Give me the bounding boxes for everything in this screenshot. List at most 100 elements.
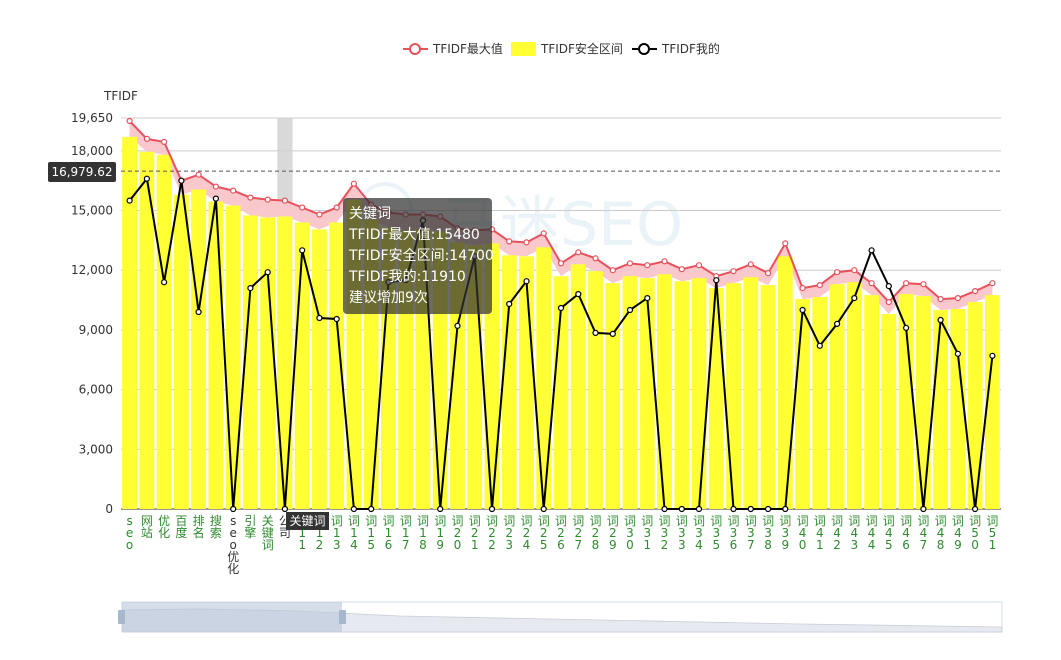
safe-bar[interactable] [950, 309, 966, 509]
mine-point[interactable] [678, 505, 685, 513]
mine-point[interactable] [644, 295, 651, 302]
max-point[interactable] [644, 262, 651, 269]
mine-point[interactable] [212, 195, 219, 202]
mine-point[interactable] [557, 304, 565, 312]
safe-bar[interactable] [191, 189, 206, 509]
mine-point[interactable] [575, 291, 582, 298]
max-point[interactable] [523, 239, 530, 246]
safe-bar[interactable] [277, 216, 293, 510]
mine-point[interactable] [143, 175, 150, 182]
max-point[interactable] [230, 187, 237, 194]
safe-bar[interactable] [881, 314, 897, 509]
mine-point[interactable] [764, 505, 772, 513]
mine-point[interactable] [126, 197, 133, 204]
mine-point[interactable] [782, 505, 789, 513]
mine-point[interactable] [506, 300, 513, 308]
max-point[interactable] [506, 238, 513, 245]
max-point[interactable] [816, 282, 823, 289]
mine-point[interactable] [161, 279, 168, 286]
safe-bar[interactable] [708, 288, 724, 509]
mine-point[interactable] [523, 278, 530, 285]
safe-bar[interactable] [570, 264, 586, 509]
data-zoom-window[interactable] [122, 602, 342, 632]
max-point[interactable] [885, 299, 892, 306]
max-point[interactable] [851, 267, 858, 274]
safe-bar[interactable] [760, 285, 776, 509]
max-point[interactable] [143, 135, 150, 142]
mine-point[interactable] [833, 320, 841, 327]
legend-item-safe[interactable]: TFIDF安全区间 [511, 41, 623, 56]
mine-point[interactable] [437, 505, 444, 513]
safe-bar[interactable] [174, 194, 189, 509]
mine-point[interactable] [989, 352, 996, 359]
data-zoom-handle-right[interactable] [339, 610, 346, 624]
max-point[interactable] [575, 249, 582, 256]
mine-point[interactable] [920, 505, 927, 513]
mine-point[interactable] [316, 314, 323, 322]
safe-bar[interactable] [588, 271, 603, 509]
legend-item-max[interactable]: TFIDF最大值 [403, 41, 503, 56]
safe-bar[interactable] [691, 278, 707, 509]
mine-point[interactable] [299, 247, 306, 254]
safe-bar[interactable] [726, 283, 741, 509]
max-point[interactable] [281, 197, 288, 204]
safe-bar[interactable] [208, 201, 224, 509]
safe-bar[interactable] [674, 281, 690, 509]
safe-bar[interactable] [536, 247, 552, 510]
max-point[interactable] [350, 180, 357, 187]
mine-point[interactable] [730, 505, 737, 513]
max-point[interactable] [678, 266, 685, 273]
mine-point[interactable] [816, 342, 823, 349]
max-point[interactable] [937, 296, 944, 303]
data-zoom-slider[interactable] [118, 601, 1003, 633]
safe-bar[interactable] [605, 283, 621, 509]
max-point[interactable] [126, 117, 133, 125]
max-point[interactable] [920, 281, 927, 288]
max-point[interactable] [316, 211, 323, 218]
max-point[interactable] [247, 194, 254, 201]
data-zoom-handle-left[interactable] [118, 610, 125, 624]
max-point[interactable] [557, 260, 565, 267]
max-point[interactable] [695, 262, 703, 269]
max-point[interactable] [747, 261, 754, 268]
mine-point[interactable] [851, 295, 858, 302]
mine-point[interactable] [368, 505, 375, 513]
max-point[interactable] [212, 183, 219, 190]
mine-point[interactable] [695, 505, 703, 513]
safe-bar[interactable] [812, 297, 828, 509]
mine-point[interactable] [195, 308, 202, 316]
max-point[interactable] [264, 196, 271, 203]
mine-point[interactable] [747, 505, 754, 513]
mine-point[interactable] [281, 505, 288, 513]
safe-bar[interactable] [260, 217, 275, 510]
max-point[interactable] [833, 269, 841, 276]
mine-point[interactable] [609, 330, 616, 337]
mine-point[interactable] [540, 505, 547, 513]
safe-bar[interactable] [312, 229, 327, 509]
max-point[interactable] [195, 171, 202, 178]
max-point[interactable] [764, 270, 772, 277]
mine-point[interactable] [350, 505, 357, 513]
max-point[interactable] [299, 204, 306, 211]
max-point[interactable] [626, 260, 634, 267]
mine-point[interactable] [230, 505, 237, 513]
safe-bar[interactable] [294, 222, 310, 510]
mine-point[interactable] [885, 283, 892, 290]
mine-point[interactable] [488, 505, 496, 513]
safe-bar[interactable] [915, 296, 931, 509]
mine-point[interactable] [454, 322, 461, 329]
mine-point[interactable] [247, 285, 254, 292]
safe-bar[interactable] [795, 299, 810, 509]
max-point[interactable] [592, 255, 599, 262]
max-point[interactable] [782, 240, 789, 247]
mine-point[interactable] [902, 324, 910, 331]
safe-bar[interactable] [933, 310, 948, 509]
max-point[interactable] [902, 280, 910, 287]
max-point[interactable] [954, 295, 962, 302]
max-point[interactable] [799, 285, 806, 292]
safe-bar[interactable] [225, 205, 241, 509]
mine-point[interactable] [937, 316, 944, 324]
mine-point[interactable] [868, 247, 875, 254]
mine-point[interactable] [626, 306, 634, 314]
max-point[interactable] [989, 280, 996, 287]
